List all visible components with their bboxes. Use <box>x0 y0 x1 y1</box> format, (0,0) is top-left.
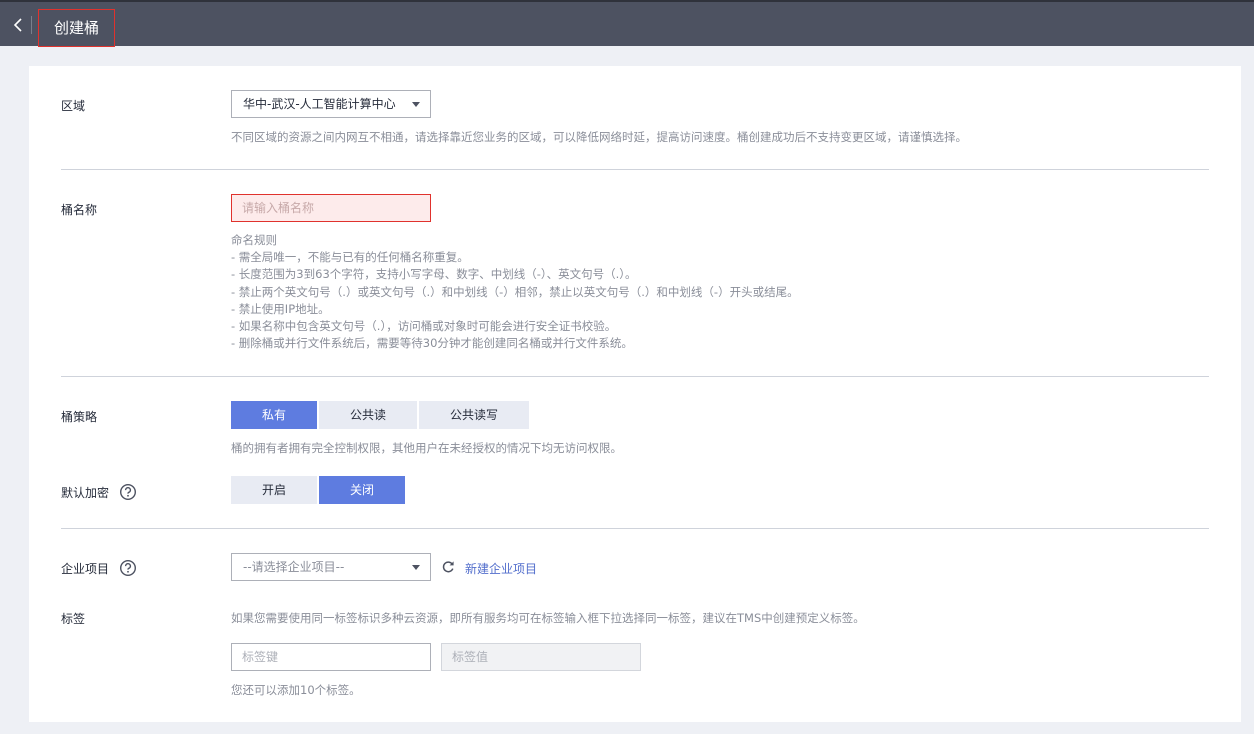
help-icon[interactable] <box>119 559 137 577</box>
encryption-off-button[interactable]: 关闭 <box>319 476 405 504</box>
bucket-name-input[interactable] <box>231 194 431 222</box>
refresh-icon[interactable] <box>441 560 455 574</box>
enterprise-project-select[interactable]: --请选择企业项目-- <box>231 553 431 581</box>
back-button[interactable] <box>8 12 28 38</box>
caret-down-icon <box>412 102 420 107</box>
naming-rules-title: 命名规则 <box>231 233 277 247</box>
naming-rule: - 禁止两个英文句号（.）或英文句号（.）和中划线（-）相邻，禁止以英文句号（.… <box>231 284 799 299</box>
policy-private-button[interactable]: 私有 <box>231 401 317 429</box>
naming-rule: - 长度范围为3到63个字符，支持小写字母、数字、中划线（-）、英文句号（.）。 <box>231 267 637 282</box>
region-label: 区域 <box>61 99 86 113</box>
encryption-on-button[interactable]: 开启 <box>231 476 317 504</box>
section-divider <box>61 169 1209 170</box>
bucket-name-label: 桶名称 <box>61 203 98 217</box>
policy-public-read-write-button[interactable]: 公共读写 <box>419 401 529 429</box>
policy-hint: 桶的拥有者拥有完全控制权限，其他用户在未经授权的情况下均无访问权限。 <box>231 441 622 455</box>
naming-rule: - 删除桶或并行文件系统后，需要等待30分钟才能创建同名桶或并行文件系统。 <box>231 336 633 351</box>
naming-rule: - 如果名称中包含英文句号（.），访问桶或对象时可能会进行安全证书校验。 <box>231 319 617 334</box>
naming-rules: 命名规则 - 需全局唯一，不能与已有的任何桶名称重复。 - 长度范围为3到63个… <box>231 232 799 352</box>
header-divider <box>31 16 32 34</box>
chevron-left-icon <box>8 12 28 38</box>
naming-rule: - 禁止使用IP地址。 <box>231 301 330 316</box>
region-hint: 不同区域的资源之间内网互不相通，请选择靠近您业务的区域，可以降低网络时延，提高访… <box>231 130 967 144</box>
naming-rule: - 需全局唯一，不能与已有的任何桶名称重复。 <box>231 250 469 265</box>
page-title: 创建桶 <box>38 9 115 47</box>
create-bucket-form: 区域 华中-武汉-人工智能计算中心 不同区域的资源之间内网互不相通，请选择靠近您… <box>29 66 1241 722</box>
enterprise-project-placeholder: --请选择企业项目-- <box>243 560 345 574</box>
encryption-label: 默认加密 <box>61 486 110 500</box>
tag-key-input[interactable] <box>231 643 431 671</box>
section-divider <box>61 528 1209 529</box>
region-select[interactable]: 华中-武汉-人工智能计算中心 <box>231 90 431 118</box>
caret-down-icon <box>412 565 420 570</box>
bucket-policy-label: 桶策略 <box>61 410 98 424</box>
policy-public-read-button[interactable]: 公共读 <box>319 401 417 429</box>
top-bar: 创建桶 <box>0 0 1254 47</box>
section-divider <box>61 376 1209 377</box>
enterprise-project-label: 企业项目 <box>61 562 110 576</box>
tags-hint: 如果您需要使用同一标签标识多种云资源，即所有服务均可在标签输入框下拉选择同一标签… <box>231 611 865 625</box>
tags-remaining: 您还可以添加10个标签。 <box>231 683 361 697</box>
create-enterprise-project-link[interactable]: 新建企业项目 <box>465 560 537 577</box>
help-icon[interactable] <box>119 483 137 501</box>
region-select-value: 华中-武汉-人工智能计算中心 <box>243 97 396 111</box>
tags-label: 标签 <box>61 612 86 626</box>
tag-value-input[interactable] <box>441 643 641 671</box>
